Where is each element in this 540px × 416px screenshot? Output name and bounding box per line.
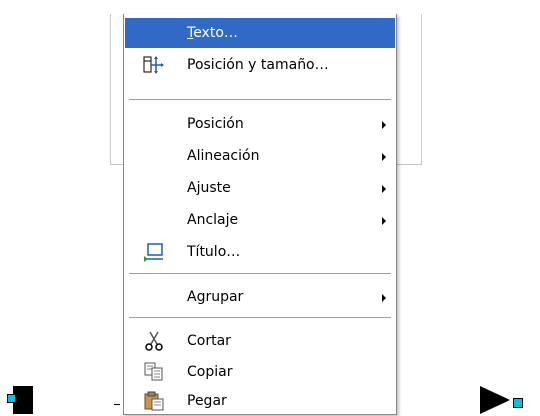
menu-item-label: Posición bbox=[187, 116, 244, 132]
menu-separator bbox=[129, 273, 391, 274]
submenu-arrow-icon bbox=[382, 153, 386, 161]
position-size-icon bbox=[143, 55, 165, 75]
menu-item-anclaje[interactable]: Anclaje bbox=[125, 205, 395, 235]
menu-item-label: Ajuste bbox=[187, 180, 231, 196]
menu-item-label: Copiar bbox=[187, 364, 233, 380]
menu-item-titulo[interactable]: Título… bbox=[125, 237, 395, 267]
selection-handle-right[interactable] bbox=[513, 398, 523, 408]
menu-item-label: Cortar bbox=[187, 333, 231, 349]
menu-separator bbox=[129, 99, 391, 100]
menu-item-copiar[interactable]: Copiar bbox=[125, 357, 395, 387]
menu-item-alineacion[interactable]: Alineación bbox=[125, 141, 395, 171]
menu-item-label: Posición y tamaño… bbox=[187, 57, 329, 73]
arrow-shape[interactable] bbox=[480, 386, 510, 414]
menu-item-label: Título… bbox=[187, 244, 241, 260]
paste-icon bbox=[143, 391, 165, 411]
menu-item-posicion[interactable]: Posición bbox=[125, 109, 395, 139]
menu-item-posicion-tamano[interactable]: Posición y tamaño… bbox=[125, 50, 395, 80]
context-menu: Texto… Posición y tamaño… Posición Aline… bbox=[123, 14, 397, 415]
menu-item-label: Pegar bbox=[187, 393, 227, 409]
menu-item-ajuste[interactable]: Ajuste bbox=[125, 173, 395, 203]
menu-item-label: Agrupar bbox=[187, 289, 244, 305]
menu-item-label: Anclaje bbox=[187, 212, 239, 228]
submenu-arrow-icon bbox=[382, 185, 386, 193]
caption-icon bbox=[143, 242, 165, 262]
menu-item-texto[interactable]: Texto… bbox=[125, 18, 395, 48]
menu-separator bbox=[129, 317, 391, 318]
submenu-arrow-icon bbox=[382, 217, 386, 225]
menu-item-pegar[interactable]: Pegar bbox=[125, 386, 395, 416]
menu-item-label: exto… bbox=[193, 25, 238, 41]
copy-icon bbox=[143, 362, 165, 382]
submenu-arrow-icon bbox=[382, 294, 386, 302]
submenu-arrow-icon bbox=[382, 121, 386, 129]
menu-item-agrupar[interactable]: Agrupar bbox=[125, 282, 395, 312]
drawing-object-left[interactable] bbox=[7, 386, 33, 414]
selection-handle-left[interactable] bbox=[7, 394, 16, 403]
scissors-icon bbox=[143, 331, 165, 351]
line-segment bbox=[114, 404, 120, 405]
menu-item-cortar[interactable]: Cortar bbox=[125, 326, 395, 356]
menu-item-label: Alineación bbox=[187, 148, 260, 164]
